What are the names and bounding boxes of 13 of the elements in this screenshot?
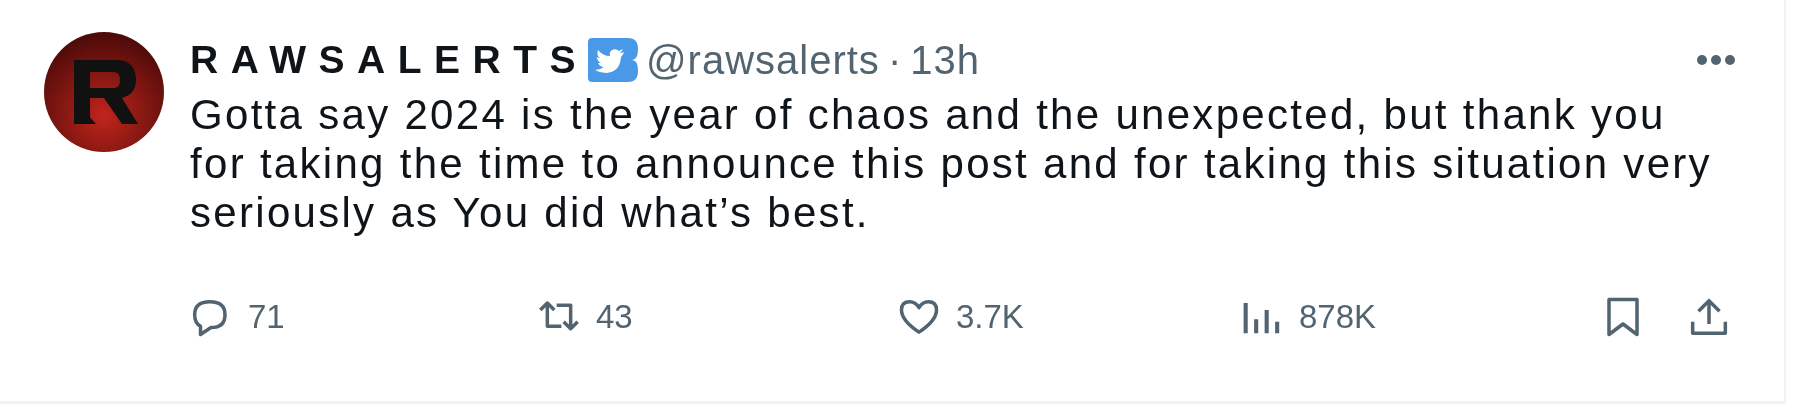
views-button[interactable]: 878K <box>1241 292 1602 342</box>
handle[interactable]: @rawsalerts <box>646 32 880 88</box>
like-button[interactable]: 3.7K <box>898 292 1241 342</box>
separator-dot: · <box>887 37 903 84</box>
share-icon <box>1688 296 1730 338</box>
avatar-logo[interactable] <box>44 32 164 152</box>
repost-button[interactable]: 43 <box>538 292 898 342</box>
display-name[interactable]: RAWSALERTS <box>190 32 588 88</box>
post-text: Gotta say 2024 is the year of chaos and the unexpected, but thank you for taking the time to announce this post and for taking this situation very seriously as You did what’s best. <box>190 90 1713 237</box>
more-icon[interactable] <box>1697 55 1735 65</box>
reply-button[interactable]: 71 <box>190 292 538 342</box>
timestamp[interactable]: 13h <box>910 32 980 88</box>
share-button[interactable] <box>1688 296 1730 338</box>
